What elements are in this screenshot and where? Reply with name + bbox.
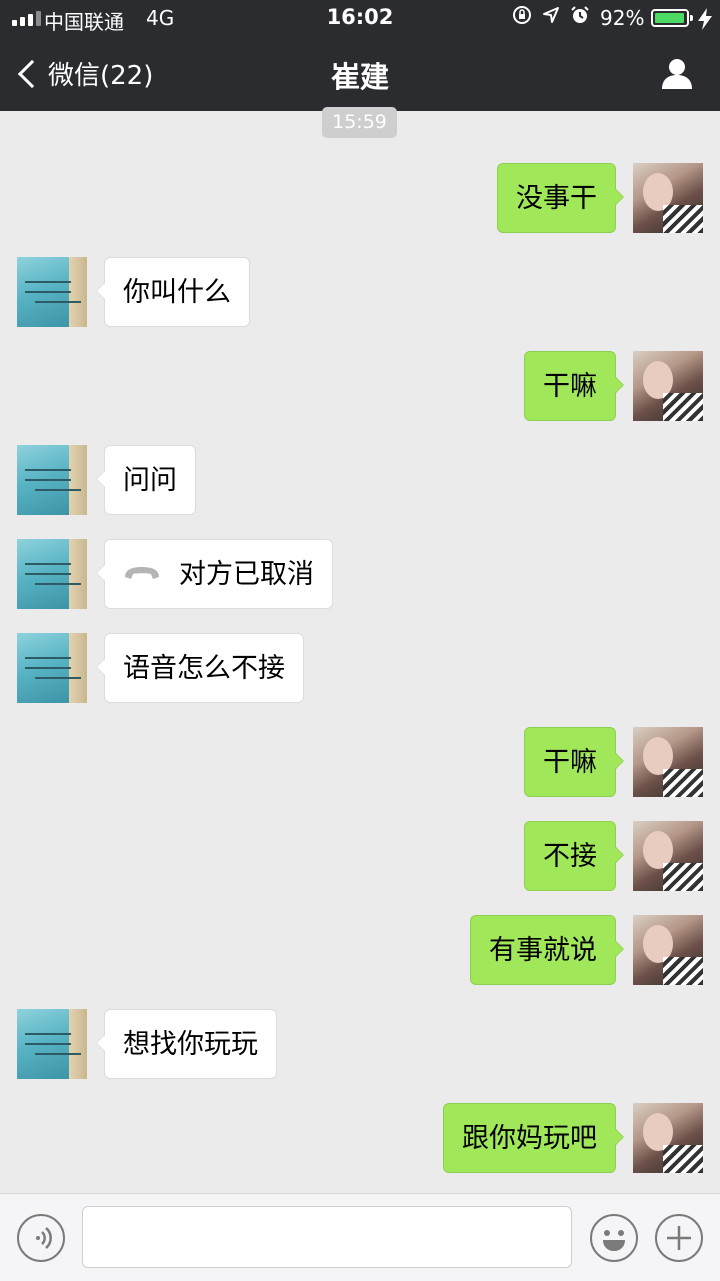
message-row-sent: 跟你妈玩吧 <box>0 1103 720 1173</box>
message-row-received: 对方已取消 <box>0 539 720 609</box>
message-text: 语音怎么不接 <box>123 653 285 684</box>
message-row-received: 问问 <box>0 445 720 515</box>
message-text: 干嘛 <box>543 371 597 402</box>
plus-icon <box>667 1226 691 1250</box>
message-text: 对方已取消 <box>179 559 314 590</box>
message-row-received: 想找你玩玩 <box>0 1009 720 1079</box>
location-arrow-icon <box>543 7 559 23</box>
message-bubble[interactable]: 干嘛 <box>524 351 624 421</box>
input-bar <box>0 1193 720 1281</box>
charging-bolt-icon <box>698 8 712 30</box>
my-avatar[interactable] <box>633 163 703 233</box>
voice-icon <box>36 1227 52 1249</box>
contact-avatar[interactable] <box>17 445 87 515</box>
emoji-icon <box>603 1230 625 1251</box>
chat-timestamp: 15:59 <box>322 107 397 138</box>
phone-hangup-icon <box>125 566 159 579</box>
message-bubble[interactable]: 没事干 <box>497 163 624 233</box>
more-button[interactable] <box>655 1214 703 1262</box>
my-avatar[interactable] <box>633 915 703 985</box>
message-row-sent: 没事干 <box>0 163 720 233</box>
contact-avatar[interactable] <box>17 1009 87 1079</box>
message-bubble[interactable]: 语音怎么不接 <box>96 633 304 703</box>
contact-avatar[interactable] <box>17 633 87 703</box>
message-text: 跟你妈玩吧 <box>462 1123 597 1154</box>
message-bubble[interactable]: 不接 <box>524 821 624 891</box>
message-bubble[interactable]: 跟你妈玩吧 <box>443 1103 624 1173</box>
voice-button[interactable] <box>17 1214 65 1262</box>
orientation-lock-icon <box>513 6 531 24</box>
my-avatar[interactable] <box>633 1103 703 1173</box>
message-text: 问问 <box>123 465 177 496</box>
message-row-sent: 不接 <box>0 821 720 891</box>
message-text: 想找你玩玩 <box>123 1029 258 1060</box>
alarm-icon <box>571 6 589 23</box>
contact-avatar[interactable] <box>17 539 87 609</box>
message-bubble[interactable]: 问问 <box>96 445 196 515</box>
message-row-sent: 干嘛 <box>0 351 720 421</box>
message-text: 没事干 <box>516 183 597 214</box>
message-row-received: 语音怎么不接 <box>0 633 720 703</box>
message-bubble[interactable]: 想找你玩玩 <box>96 1009 277 1079</box>
profile-icon[interactable] <box>660 56 694 90</box>
message-text: 干嘛 <box>543 747 597 778</box>
battery-icon <box>651 9 693 27</box>
my-avatar[interactable] <box>633 727 703 797</box>
message-text: 有事就说 <box>489 935 597 966</box>
emoji-button[interactable] <box>590 1214 638 1262</box>
message-row-received: 你叫什么 <box>0 257 720 327</box>
battery-percent: 92% <box>600 6 645 30</box>
message-text: 不接 <box>543 841 597 872</box>
my-avatar[interactable] <box>633 351 703 421</box>
status-bar: 中国联通 4G 16:02 92% <box>0 0 720 38</box>
message-bubble[interactable]: 干嘛 <box>524 727 624 797</box>
message-bubble[interactable]: 有事就说 <box>470 915 624 985</box>
message-input[interactable] <box>82 1206 572 1268</box>
my-avatar[interactable] <box>633 821 703 891</box>
message-bubble[interactable]: 你叫什么 <box>96 257 250 327</box>
message-row-sent: 干嘛 <box>0 727 720 797</box>
call-record-bubble[interactable]: 对方已取消 <box>96 539 333 609</box>
message-row-sent: 有事就说 <box>0 915 720 985</box>
contact-avatar[interactable] <box>17 257 87 327</box>
chat-title: 崔建 <box>330 60 389 94</box>
message-text: 你叫什么 <box>123 277 231 308</box>
top-bar: 中国联通 4G 16:02 92% 微信(22) 崔建 <box>0 0 720 111</box>
